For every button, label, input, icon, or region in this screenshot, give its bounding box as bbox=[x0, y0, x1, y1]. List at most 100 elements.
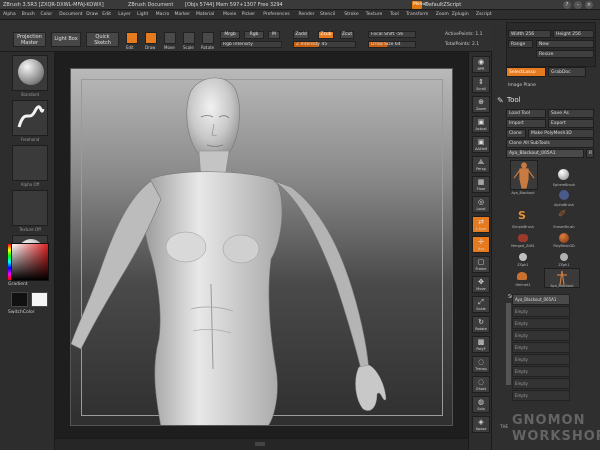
menu-marker[interactable]: Marker bbox=[175, 12, 191, 17]
menu-zplugin[interactable]: Zplugin bbox=[452, 12, 469, 17]
draw-size-slider[interactable]: Draw Size 64 bbox=[368, 41, 416, 48]
helmet-thumb[interactable] bbox=[512, 270, 534, 284]
menu-light[interactable]: Light bbox=[137, 12, 148, 17]
make-polymesh-button[interactable]: Make PolyMesh3D bbox=[528, 129, 594, 138]
view-button-zoom[interactable]: ⊕ Zoom bbox=[472, 96, 490, 113]
zsub-button[interactable]: Zsub bbox=[318, 31, 334, 39]
move-icon[interactable] bbox=[164, 32, 176, 44]
menu-texture[interactable]: Texture bbox=[366, 12, 382, 17]
menu-document[interactable]: Document bbox=[59, 12, 82, 17]
zcut-button[interactable]: Zcut bbox=[340, 31, 354, 39]
menu-material[interactable]: Material bbox=[196, 12, 214, 17]
view-button-frame[interactable]: ▢ Frame bbox=[472, 256, 490, 273]
rgb-intensity-slider[interactable]: Rgb Intensity bbox=[220, 41, 282, 48]
alpha-brush-thumb[interactable] bbox=[556, 188, 572, 202]
rgb-button[interactable]: Rgb bbox=[244, 31, 264, 39]
default-zscript[interactable]: DefaultZScript bbox=[425, 2, 461, 8]
eraser-brush-thumb[interactable]: ✐ bbox=[556, 209, 572, 224]
view-button-transp[interactable]: ◌ Transp bbox=[472, 356, 490, 373]
secondary-color-swatch[interactable] bbox=[31, 292, 48, 307]
rotate-icon[interactable] bbox=[202, 32, 214, 44]
menu-zoom[interactable]: Zoom bbox=[436, 12, 449, 17]
lightbox-button[interactable]: Light Box bbox=[51, 32, 81, 47]
current-tool-name[interactable]: Aya_Blackout_005A1 bbox=[506, 149, 584, 158]
texture-picker[interactable] bbox=[12, 190, 48, 226]
menu-picker[interactable]: Picker bbox=[242, 12, 255, 17]
scale-icon[interactable] bbox=[183, 32, 195, 44]
view-button-scale[interactable]: ⤢ Scale bbox=[472, 296, 490, 313]
export-button[interactable]: Export bbox=[548, 119, 594, 128]
hue-strip[interactable] bbox=[8, 244, 11, 280]
draw-icon[interactable] bbox=[145, 32, 157, 44]
subtool-row[interactable]: Empty bbox=[512, 354, 570, 365]
menu-edit[interactable]: Edit bbox=[102, 12, 111, 17]
simple-brush-thumb[interactable]: S bbox=[515, 209, 531, 224]
zsph-thumb-2[interactable] bbox=[556, 251, 572, 263]
focal-shift-slider[interactable]: Focal Shift -56 bbox=[368, 31, 416, 38]
polymesh-thumb[interactable] bbox=[556, 232, 572, 244]
menus-toggle[interactable]: Menus bbox=[412, 1, 428, 9]
switch-color-label[interactable]: SwitchColor bbox=[8, 310, 44, 315]
close-icon[interactable]: × bbox=[585, 1, 593, 9]
subtool-row[interactable]: Empty bbox=[512, 366, 570, 377]
alpha-picker[interactable] bbox=[12, 145, 48, 181]
view-button-aahalf[interactable]: ▣ AAHalf bbox=[472, 136, 490, 153]
menu-stroke[interactable]: Stroke bbox=[344, 12, 358, 17]
mrgb-button[interactable]: Mrgb bbox=[220, 31, 240, 39]
resize-button[interactable]: Resize bbox=[536, 50, 594, 58]
edit-icon[interactable] bbox=[126, 32, 138, 44]
minimize-icon[interactable]: – bbox=[574, 1, 582, 9]
clone-all-subtools-button[interactable]: Clone All SubTools bbox=[506, 139, 594, 148]
grab-doc-button[interactable]: GrabDoc bbox=[548, 67, 586, 77]
menu-transform[interactable]: Transform bbox=[406, 12, 428, 17]
tool-palette-title[interactable]: Tool bbox=[507, 96, 521, 104]
menu-macro[interactable]: Macro bbox=[156, 12, 170, 17]
load-tool-button[interactable]: Load Tool bbox=[506, 109, 546, 118]
tool-thumb-current[interactable] bbox=[510, 160, 538, 190]
clone-button[interactable]: Clone bbox=[506, 129, 526, 138]
projection-master-button[interactable]: Projection Master bbox=[13, 32, 46, 47]
view-button-xpose[interactable]: ◈ Xpose bbox=[472, 416, 490, 433]
subtool-row[interactable]: Empty bbox=[512, 378, 570, 389]
stroke-picker[interactable] bbox=[12, 100, 48, 136]
sculpted-figure[interactable] bbox=[71, 69, 453, 426]
view-button-xyz[interactable]: ✛ Xyz bbox=[472, 236, 490, 253]
view-button-l-sym[interactable]: ⇄ L.Sym bbox=[472, 216, 490, 233]
z-intensity-slider[interactable]: Z Intensity 45 bbox=[293, 41, 356, 48]
merged-thumb[interactable] bbox=[515, 232, 531, 244]
menu-stencil[interactable]: Stencil bbox=[320, 12, 335, 17]
subtool-row[interactable]: Empty bbox=[512, 342, 570, 353]
menu-brush[interactable]: Brush bbox=[22, 12, 35, 17]
menu-draw[interactable]: Draw bbox=[86, 12, 98, 17]
sphere-brush-thumb[interactable] bbox=[556, 168, 572, 182]
refresh-button[interactable]: R bbox=[586, 149, 594, 158]
menu-zscript[interactable]: Zscript bbox=[476, 12, 492, 17]
menu-preferences[interactable]: Preferences bbox=[263, 12, 289, 17]
view-button-move[interactable]: ✥ Move bbox=[472, 276, 490, 293]
select-lasso-button[interactable]: SelectLasso bbox=[506, 67, 546, 77]
view-button-persp[interactable]: ⟁ Persp bbox=[472, 156, 490, 173]
tray-handle-icon[interactable] bbox=[255, 442, 265, 446]
view-button-scroll[interactable]: ⇕ Scroll bbox=[472, 76, 490, 93]
menu-layer[interactable]: Layer bbox=[118, 12, 131, 17]
view-button-rotate[interactable]: ↻ Rotate bbox=[472, 316, 490, 333]
view-button-ghost[interactable]: ◌ Ghost bbox=[472, 376, 490, 393]
view-button-solo[interactable]: ◍ Solo bbox=[472, 396, 490, 413]
brush-picker[interactable] bbox=[12, 55, 48, 91]
view-button-actual[interactable]: ▣ Actual bbox=[472, 116, 490, 133]
zadd-button[interactable]: Zadd bbox=[293, 31, 309, 39]
menu-color[interactable]: Color bbox=[41, 12, 53, 17]
m-button[interactable]: M bbox=[268, 31, 280, 39]
menu-tool[interactable]: Tool bbox=[390, 12, 399, 17]
quick-sketch-button[interactable]: Quick Sketch bbox=[86, 32, 119, 47]
view-button-polyf[interactable]: ▩ PolyF bbox=[472, 336, 490, 353]
subtool-row[interactable]: Empty bbox=[512, 306, 570, 317]
bottom-tray[interactable] bbox=[55, 438, 468, 450]
menu-movie[interactable]: Movie bbox=[223, 12, 236, 17]
menu-alpha[interactable]: Alpha bbox=[3, 12, 16, 17]
view-button-floor[interactable]: ▦ Floor bbox=[472, 176, 490, 193]
color-picker[interactable] bbox=[8, 243, 49, 281]
height-slider[interactable]: Height 256 bbox=[553, 30, 594, 38]
help-icon[interactable]: ? bbox=[563, 1, 571, 9]
subtool-scrollbar[interactable] bbox=[506, 303, 511, 385]
